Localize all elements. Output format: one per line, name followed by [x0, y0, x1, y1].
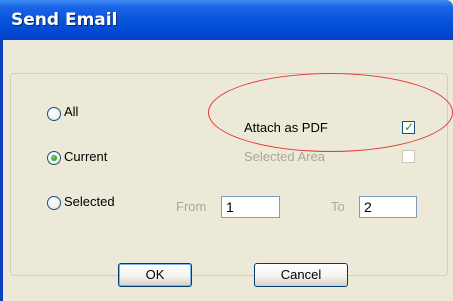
radio-current[interactable]	[47, 151, 61, 165]
window-title: Send Email	[11, 10, 118, 30]
ok-button[interactable]: OK	[118, 263, 192, 287]
to-input[interactable]: 2	[359, 196, 417, 218]
attach-pdf-checkbox[interactable]: ✓	[402, 120, 415, 134]
radio-current-label[interactable]: Current	[64, 149, 107, 164]
selected-area-checkbox	[402, 150, 415, 163]
dialog-body	[3, 40, 453, 301]
radio-all[interactable]	[47, 107, 61, 121]
radio-selected[interactable]	[47, 196, 61, 210]
title-bar[interactable]: Send Email	[0, 0, 453, 40]
attach-pdf-label[interactable]: Attach as PDF	[244, 120, 328, 135]
selected-area-label: Selected Area	[244, 149, 325, 164]
radio-all-label[interactable]: All	[64, 104, 78, 119]
to-label: To	[331, 199, 345, 214]
from-input[interactable]: 1	[221, 196, 280, 218]
from-label: From	[176, 199, 207, 214]
checkmark-icon: ✓	[404, 120, 415, 134]
radio-selected-label[interactable]: Selected	[64, 194, 115, 209]
cancel-button[interactable]: Cancel	[254, 263, 348, 287]
